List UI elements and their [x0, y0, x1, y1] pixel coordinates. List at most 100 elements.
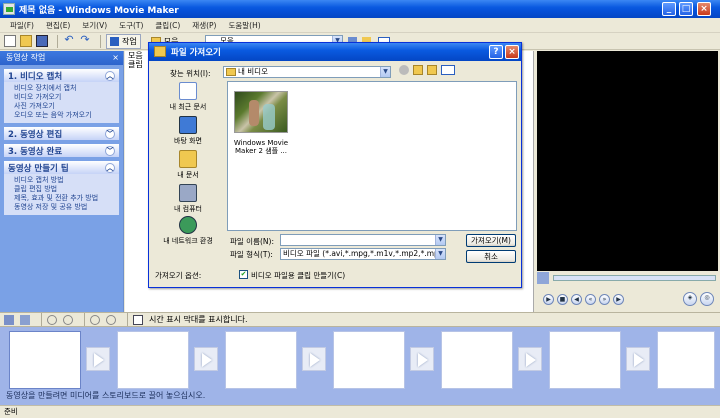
chevron-down-icon[interactable]: ▼ [435, 249, 445, 259]
transition-slot[interactable] [410, 347, 434, 371]
places-bar: 내 최근 문서 바탕 화면 내 문서 내 컴퓨터 내 네트워크 환경 [154, 80, 222, 245]
import-options-label: 가져오기 옵션: [155, 271, 202, 280]
forward-icon[interactable]: » [599, 294, 610, 305]
movie-maker-app-icon [3, 3, 15, 15]
section-header-edit[interactable]: 2. 동영상 편집 ﹀ [4, 127, 119, 140]
link-how-to-save-share[interactable]: 동영상 저장 및 공유 방법 [14, 203, 119, 212]
dialog-titlebar[interactable]: 파일 가져오기 ? × [149, 43, 521, 61]
save-project-icon[interactable] [36, 35, 48, 47]
transition-slot[interactable] [194, 347, 218, 371]
section-header-capture[interactable]: 1. 비디오 캡처 ︿ [4, 69, 119, 82]
place-my-documents[interactable]: 내 문서 [154, 150, 222, 180]
link-how-to-capture[interactable]: 비디오 캡처 방법 [14, 176, 119, 185]
filetype-value: 비디오 파일 (*.avi,*.mpg,*.m1v,*.mp2,*.mp2v, [283, 249, 446, 258]
link-import-video[interactable]: 비디오 가져오기 [14, 93, 119, 102]
seek-bar[interactable] [553, 275, 716, 281]
chevron-down-icon[interactable]: ▼ [435, 235, 445, 245]
look-in-label: 찾는 위치(I): [170, 69, 211, 78]
storyboard-frame[interactable] [333, 331, 405, 389]
storyboard-frame[interactable] [9, 331, 81, 389]
import-button[interactable]: 가져오기(M) [466, 234, 516, 247]
section-header-tips[interactable]: 동영상 만들기 팁 ︿ [4, 161, 119, 174]
chevron-down-icon[interactable]: ﹀ [105, 128, 115, 139]
storyboard-frame[interactable] [549, 331, 621, 389]
take-picture-icon[interactable]: ◎ [700, 292, 714, 306]
recent-documents-icon [179, 82, 197, 100]
place-network[interactable]: 내 네트워크 환경 [154, 216, 222, 246]
storyboard-frame[interactable] [657, 331, 715, 389]
place-desktop[interactable]: 바탕 화면 [154, 116, 222, 146]
window-titlebar[interactable]: 제목 없음 - Windows Movie Maker _ □ × [0, 0, 720, 18]
transition-slot[interactable] [626, 347, 650, 371]
place-my-computer[interactable]: 내 컴퓨터 [154, 184, 222, 214]
section-header-finish[interactable]: 3. 동영상 완료 ﹀ [4, 144, 119, 157]
transition-slot[interactable] [518, 347, 542, 371]
menu-file[interactable]: 파일(F) [10, 20, 34, 31]
link-import-pictures[interactable]: 사진 가져오기 [14, 102, 119, 111]
place-recent[interactable]: 내 최근 문서 [154, 82, 222, 112]
filetype-dropdown[interactable]: 비디오 파일 (*.avi,*.mpg,*.m1v,*.mp2,*.mp2v, … [280, 248, 446, 260]
close-button[interactable]: × [697, 2, 711, 16]
storyboard-frame[interactable] [441, 331, 513, 389]
chevron-down-icon[interactable]: ﹀ [105, 145, 115, 156]
collection-line-2: 클립 [128, 60, 143, 69]
section-title: 3. 동영상 완료 [8, 146, 63, 157]
next-frame-icon[interactable]: ▶ [613, 294, 624, 305]
zoom-in-icon[interactable] [47, 314, 57, 325]
rewind-icon[interactable]: « [585, 294, 596, 305]
close-icon[interactable]: × [112, 51, 119, 65]
undo-icon[interactable]: ↶ [63, 34, 75, 47]
dialog-close-button[interactable]: × [505, 45, 519, 59]
redo-icon[interactable]: ↷ [79, 34, 91, 47]
menu-bar: 파일(F) 편집(E) 보기(V) 도구(T) 클립(C) 재생(P) 도움말(… [0, 18, 720, 33]
previous-frame-icon[interactable]: ◀ [571, 294, 582, 305]
up-folder-icon[interactable] [413, 65, 423, 75]
maximize-button[interactable]: □ [679, 2, 693, 16]
storyboard-frame[interactable] [117, 331, 189, 389]
thumbnail-person [263, 104, 275, 130]
create-clips-label[interactable]: 비디오 파일용 클립 만들기(C) [251, 270, 345, 281]
filename-input[interactable]: ▼ [280, 234, 446, 246]
chevron-down-icon[interactable]: ▼ [380, 67, 390, 77]
view-menu-icon[interactable] [441, 65, 455, 75]
storyboard[interactable]: 동영상을 만들려면 미디어를 스토리보드로 끌어 놓으십시오. [0, 327, 720, 405]
file-list[interactable]: Windows Movie Maker 2 샘플 ... [227, 81, 517, 231]
open-project-icon[interactable] [20, 35, 32, 47]
back-icon[interactable] [399, 65, 409, 75]
zoom-out-icon[interactable] [63, 314, 73, 325]
minimize-button[interactable]: _ [662, 2, 676, 16]
new-project-icon[interactable] [4, 35, 16, 47]
link-how-to-edit-clips[interactable]: 클립 편집 방법 [14, 185, 119, 194]
storyboard-frame[interactable] [225, 331, 297, 389]
menu-tools[interactable]: 도구(T) [119, 20, 143, 31]
chevron-up-icon[interactable]: ︿ [105, 162, 115, 173]
help-icon[interactable]: ? [489, 45, 503, 59]
section-title: 2. 동영상 편집 [8, 129, 63, 140]
link-import-audio[interactable]: 오디오 또는 음악 가져오기 [14, 111, 119, 120]
storyboard-icon[interactable] [4, 314, 14, 325]
tasks-button[interactable]: 작업 [106, 33, 141, 49]
menu-edit[interactable]: 편집(E) [46, 20, 70, 31]
cancel-button[interactable]: 취소 [466, 250, 516, 263]
new-folder-icon[interactable] [427, 65, 437, 75]
show-timeline-label[interactable]: 시간 표시 막대를 표시합니다. [149, 314, 248, 325]
create-clips-checkbox[interactable]: ✔ [239, 270, 248, 279]
stop-icon[interactable]: ■ [557, 294, 568, 305]
menu-play[interactable]: 재생(P) [192, 20, 216, 31]
menu-help[interactable]: 도움말(H) [228, 20, 260, 31]
split-clip-icon[interactable]: ◈ [683, 292, 697, 306]
link-capture-from-device[interactable]: 비디오 장치에서 캡처 [14, 84, 119, 93]
chevron-up-icon[interactable]: ︿ [105, 70, 115, 81]
play-storyboard-icon[interactable] [106, 314, 116, 325]
look-in-dropdown[interactable]: 내 비디오 ▼ [223, 66, 391, 78]
play-icon[interactable]: ▶ [543, 294, 554, 305]
rewind-storyboard-icon[interactable] [90, 314, 100, 325]
show-timeline-icon[interactable] [133, 314, 143, 325]
transition-slot[interactable] [86, 347, 110, 371]
video-thumbnail[interactable] [234, 91, 288, 133]
menu-clip[interactable]: 클립(C) [155, 20, 180, 31]
narrate-icon[interactable] [20, 314, 30, 325]
menu-view[interactable]: 보기(V) [82, 20, 107, 31]
transition-slot[interactable] [302, 347, 326, 371]
link-how-to-add-effects[interactable]: 제목, 효과 및 전환 추가 방법 [14, 194, 119, 203]
